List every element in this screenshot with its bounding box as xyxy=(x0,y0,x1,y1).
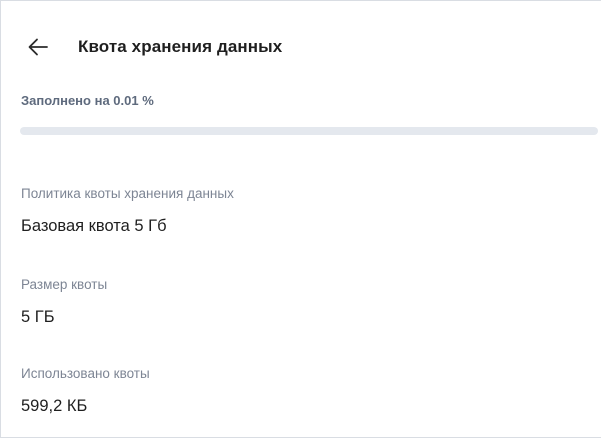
quota-panel: Квота хранения данных Заполнено на 0.01 … xyxy=(0,0,601,438)
arrow-left-icon xyxy=(28,38,48,56)
quota-policy-label: Политика квоты хранения данных xyxy=(21,186,234,201)
quota-size-value: 5 ГБ xyxy=(21,308,55,326)
quota-used-value: 599,2 КБ xyxy=(21,397,88,415)
back-button[interactable] xyxy=(27,36,49,58)
quota-policy-value: Базовая квота 5 Гб xyxy=(21,217,167,235)
quota-size-field: Размер квоты 5 ГБ xyxy=(21,276,107,328)
panel-header: Квота хранения данных xyxy=(27,33,282,61)
quota-size-label: Размер квоты xyxy=(21,277,108,292)
quota-used-label: Использовано квоты xyxy=(21,366,150,381)
usage-label: Заполнено на 0.01 % xyxy=(21,93,154,108)
usage-progress-bar xyxy=(20,127,598,135)
quota-policy-field: Политика квоты хранения данных Базовая к… xyxy=(21,185,234,237)
quota-used-field: Использовано квоты 599,2 КБ xyxy=(21,365,150,417)
page-title: Квота хранения данных xyxy=(78,37,283,56)
